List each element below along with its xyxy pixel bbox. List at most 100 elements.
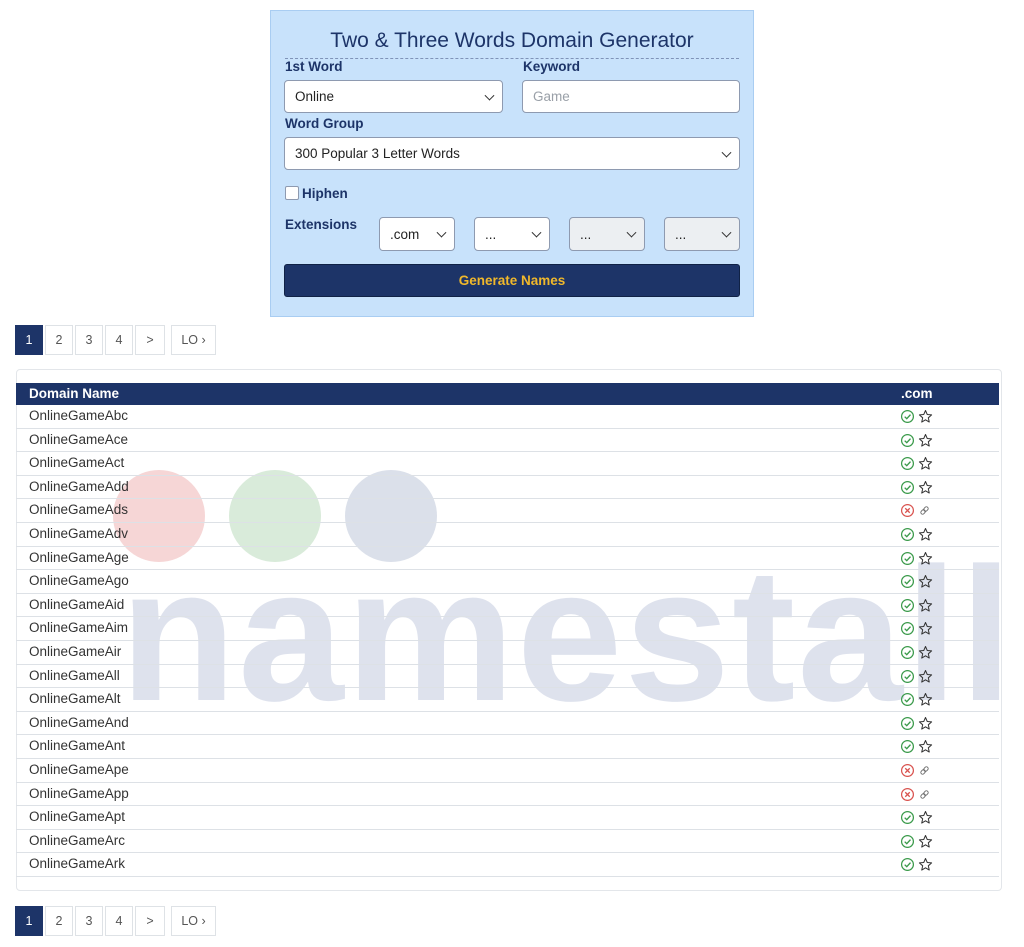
x-circle-icon	[900, 787, 915, 801]
extension-value: .com	[390, 226, 420, 242]
pagination-bottom: 1 2 3 4 > LO ›	[15, 906, 218, 936]
table-row: OnlineGameArc	[16, 830, 999, 854]
com-status-cell	[900, 480, 933, 495]
page-button-4[interactable]: 4	[105, 325, 133, 355]
check-circle-icon	[900, 669, 915, 683]
table-header: Domain Name .com	[16, 383, 999, 405]
check-circle-icon	[900, 527, 915, 541]
domain-name-cell: OnlineGameAbc	[29, 408, 129, 423]
chevron-down-icon	[626, 227, 637, 238]
next-page-button[interactable]: >	[135, 325, 165, 355]
table-row: OnlineGameAnd	[16, 712, 999, 736]
star-icon[interactable]	[918, 527, 933, 542]
chevron-down-icon	[721, 227, 732, 238]
check-circle-icon	[900, 551, 915, 565]
domain-name-cell: OnlineGameAid	[29, 596, 125, 612]
page-button-2[interactable]: 2	[45, 906, 73, 936]
extension-select-1[interactable]: .com	[379, 217, 455, 251]
keyword-input[interactable]: Game	[522, 80, 740, 113]
page-button-4[interactable]: 4	[105, 906, 133, 936]
table-row: OnlineGameAct	[16, 452, 999, 476]
x-circle-icon	[900, 763, 915, 777]
star-icon[interactable]	[918, 433, 933, 448]
domain-name-cell: OnlineGameAdv	[29, 525, 129, 541]
star-icon[interactable]	[918, 857, 933, 872]
extension-select-3[interactable]: ...	[569, 217, 645, 251]
star-icon[interactable]	[918, 409, 933, 424]
word-group-label: Word Group	[285, 116, 364, 131]
domain-name-cell: OnlineGameAir	[29, 643, 122, 659]
com-status-cell	[900, 574, 933, 589]
generate-names-button[interactable]: Generate Names	[284, 264, 740, 297]
star-icon[interactable]	[918, 551, 933, 566]
check-circle-icon	[900, 811, 915, 825]
star-icon[interactable]	[918, 739, 933, 754]
com-status-cell	[900, 716, 933, 731]
page-button-3[interactable]: 3	[75, 906, 103, 936]
next-page-button[interactable]: >	[135, 906, 165, 936]
page-button-2[interactable]: 2	[45, 325, 73, 355]
table-row: OnlineGameArk	[16, 853, 999, 877]
domain-name-cell: OnlineGameAds	[29, 502, 129, 518]
domain-name-cell: OnlineGameApe	[29, 761, 129, 777]
domain-name-cell: OnlineGameApt	[29, 809, 126, 825]
keyword-label: Keyword	[523, 59, 581, 74]
com-status-cell	[900, 669, 933, 684]
extension-value: ...	[675, 226, 687, 242]
com-status-cell	[900, 810, 933, 825]
first-word-label: 1st Word	[285, 59, 343, 74]
link-icon[interactable]	[918, 504, 931, 517]
extension-value: ...	[485, 226, 497, 242]
table-row: OnlineGameAbc	[16, 405, 999, 429]
table-row: OnlineGameApe	[16, 759, 999, 783]
star-icon[interactable]	[918, 716, 933, 731]
word-group-select[interactable]: 300 Popular 3 Letter Words	[284, 137, 740, 170]
star-icon[interactable]	[918, 692, 933, 707]
star-icon[interactable]	[918, 669, 933, 684]
page-button-1[interactable]: 1	[15, 906, 43, 936]
link-icon[interactable]	[918, 788, 931, 801]
star-icon[interactable]	[918, 456, 933, 471]
check-circle-icon	[900, 433, 915, 447]
extension-select-2[interactable]: ...	[474, 217, 550, 251]
com-status-cell	[900, 551, 933, 566]
title-divider	[285, 58, 739, 59]
first-word-value: Online	[295, 89, 335, 104]
page-button-3[interactable]: 3	[75, 325, 103, 355]
com-status-cell	[900, 503, 931, 518]
star-icon[interactable]	[918, 598, 933, 613]
panel-title: Two & Three Words Domain Generator	[330, 29, 694, 52]
com-status-cell	[900, 433, 933, 448]
star-icon[interactable]	[918, 834, 933, 849]
table-row: OnlineGameAid	[16, 594, 999, 618]
table-row: OnlineGameAds	[16, 499, 999, 523]
last-page-button[interactable]: LO ›	[171, 906, 216, 936]
check-circle-icon	[900, 693, 915, 707]
star-icon[interactable]	[918, 621, 933, 636]
check-circle-icon	[900, 457, 915, 471]
check-circle-icon	[900, 480, 915, 494]
first-word-select[interactable]: Online	[284, 80, 503, 113]
x-circle-icon	[900, 504, 915, 518]
table-row: OnlineGameAdv	[16, 523, 999, 547]
page-button-1[interactable]: 1	[15, 325, 43, 355]
pagination-top: 1 2 3 4 > LO ›	[15, 325, 218, 355]
com-status-cell	[900, 739, 933, 754]
star-icon[interactable]	[918, 574, 933, 589]
star-icon[interactable]	[918, 480, 933, 495]
com-status-cell	[900, 456, 933, 471]
hiphen-checkbox[interactable]	[285, 186, 299, 200]
link-icon[interactable]	[918, 764, 931, 777]
last-page-button[interactable]: LO ›	[171, 325, 216, 355]
check-circle-icon	[900, 716, 915, 730]
star-icon[interactable]	[918, 645, 933, 660]
table-row: OnlineGameAll	[16, 665, 999, 689]
com-status-cell	[900, 645, 933, 660]
star-icon[interactable]	[918, 810, 933, 825]
header-com: .com	[901, 386, 933, 401]
table-row: OnlineGameApp	[16, 783, 999, 807]
check-circle-icon	[900, 645, 915, 659]
extension-select-4[interactable]: ...	[664, 217, 740, 251]
check-circle-icon	[900, 598, 915, 612]
table-row: OnlineGameAnt	[16, 735, 999, 759]
